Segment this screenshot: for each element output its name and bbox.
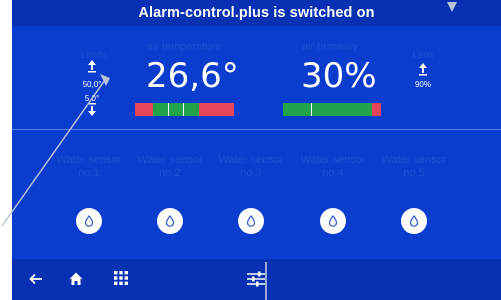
pointer-line-left [1, 79, 106, 227]
pointer-overlay [1, 2, 457, 300]
pointer-arrow-top [447, 2, 457, 12]
